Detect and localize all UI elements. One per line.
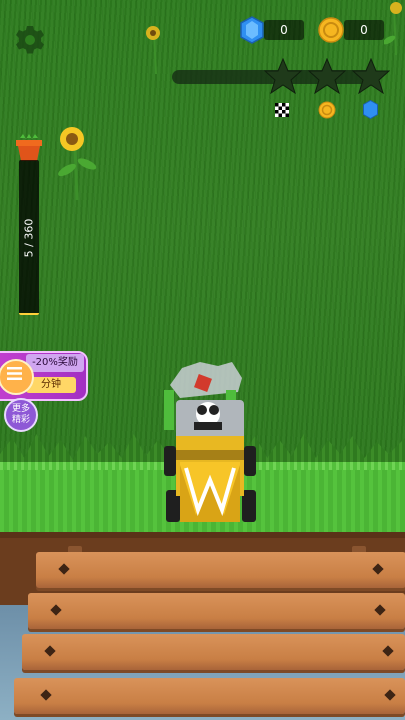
gem-icon [363, 100, 378, 119]
lawn-mower [164, 362, 256, 522]
bonus-offer-text: -20%奖励 [26, 354, 84, 372]
sunflower-icon [384, 2, 402, 55]
settings-gear-icon[interactable] [14, 24, 46, 56]
star-icon [264, 58, 302, 94]
coin-counter: 0 [344, 20, 384, 40]
storage-bar: 5 / 360 [19, 160, 39, 315]
bonus-offer-button[interactable]: -20%奖励 分钟 [0, 351, 88, 401]
coin-icon [318, 101, 336, 119]
gem-icon [240, 16, 264, 44]
bridge-plank [36, 552, 405, 588]
star-icon [352, 58, 390, 94]
star-icon [308, 58, 346, 94]
storage-label: 5 / 360 [22, 218, 36, 257]
more-games-button[interactable]: 更多 精彩 [4, 398, 38, 432]
coin-count: 0 [360, 23, 368, 37]
storage-bar-fill [19, 312, 39, 315]
bridge-plank [14, 678, 405, 714]
menu-icon [7, 367, 22, 380]
more-games-line1: 更多 [11, 404, 30, 414]
gem-counter: 0 [264, 20, 304, 40]
checkered-flag-icon [275, 103, 289, 117]
more-games-line2: 精彩 [11, 415, 30, 425]
sunflower-icon [146, 26, 160, 74]
bridge-plank [28, 593, 405, 629]
grass-pot-icon [16, 134, 42, 161]
gem-count: 0 [280, 23, 288, 37]
sunflower-icon [58, 127, 97, 200]
coin-icon [318, 17, 344, 43]
bridge-plank [22, 634, 405, 670]
